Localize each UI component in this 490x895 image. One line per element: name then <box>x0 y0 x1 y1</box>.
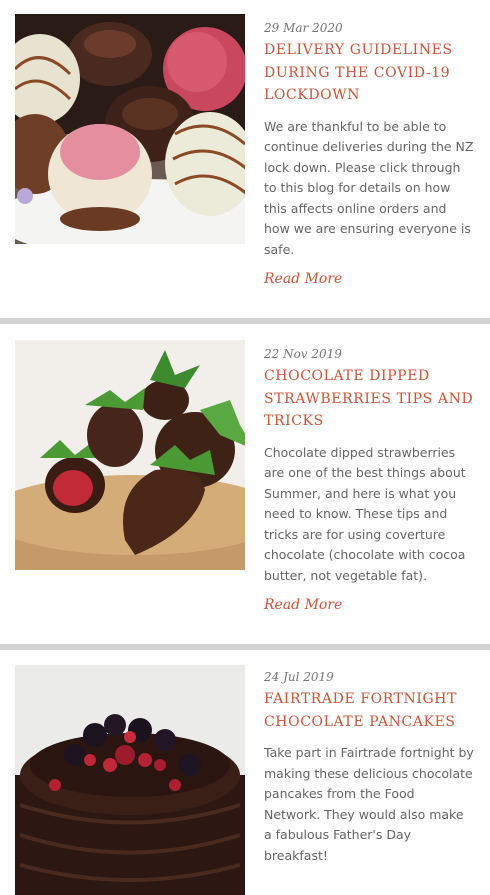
chocolate-truffles-image <box>15 14 245 244</box>
post-excerpt: Chocolate dipped strawberries are one of… <box>264 444 466 584</box>
post-title-link[interactable]: Fairtrade Fortnight Chocolate Pancakes <box>264 688 474 733</box>
read-more-link[interactable]: Read More <box>264 595 342 615</box>
chocolate-strawberries-image <box>15 340 245 570</box>
post-date: 29 Mar 2020 <box>264 21 343 35</box>
post-content: 22 Nov 2019 Chocolate Dipped Strawberrie… <box>264 346 474 615</box>
post-content: 29 Mar 2020 Delivery Guidelines during t… <box>264 20 474 289</box>
blog-post: 29 Mar 2020 Delivery Guidelines during t… <box>0 0 490 318</box>
post-content: 24 Jul 2019 Fairtrade Fortnight Chocolat… <box>264 669 474 875</box>
post-date: 24 Jul 2019 <box>264 670 334 684</box>
post-thumbnail-pancakes[interactable] <box>15 665 245 895</box>
chocolate-pancakes-image <box>15 665 245 895</box>
read-more-link[interactable]: Read More <box>264 269 342 289</box>
post-thumbnail-strawberries[interactable] <box>15 340 245 570</box>
post-title-link[interactable]: Chocolate Dipped Strawberries Tips and T… <box>264 365 474 433</box>
post-title-link[interactable]: Delivery Guidelines during the COVID-19 … <box>264 39 474 107</box>
post-date: 22 Nov 2019 <box>264 347 342 361</box>
post-excerpt: Take part in Fairtrade fortnight by maki… <box>264 745 474 863</box>
post-excerpt: We are thankful to be able to continue d… <box>264 118 474 258</box>
blog-post: 22 Nov 2019 Chocolate Dipped Strawberrie… <box>0 324 490 644</box>
blog-post: 24 Jul 2019 Fairtrade Fortnight Chocolat… <box>0 650 490 895</box>
post-thumbnail-truffles[interactable] <box>15 14 245 244</box>
